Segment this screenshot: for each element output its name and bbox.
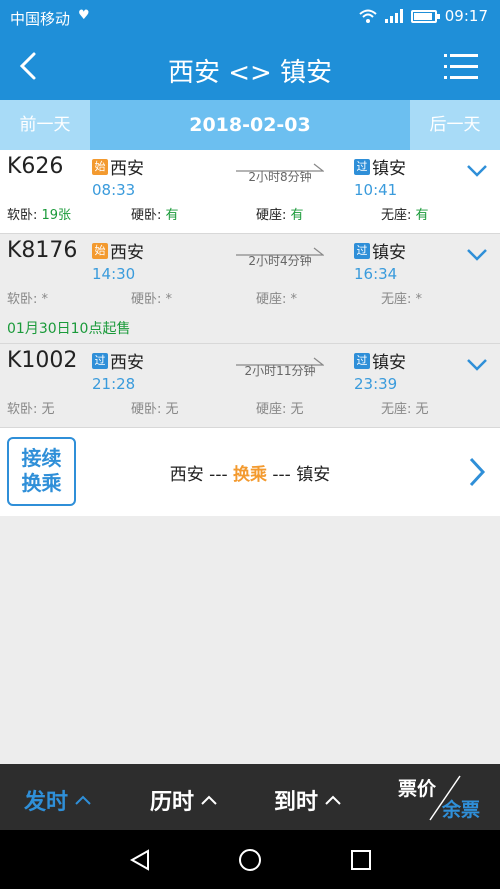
- travel-duration: 2小时11分钟: [244, 364, 316, 378]
- hard-seat: 硬座: *: [256, 292, 298, 307]
- transfer-route: 西安 --- 换乘 --- 镇安: [120, 460, 380, 485]
- chevron-up-icon: [75, 795, 91, 805]
- soft-sleeper: 软卧: *: [7, 292, 49, 307]
- depart-time: 14:30: [92, 265, 136, 283]
- pass-tag: 过: [354, 242, 370, 259]
- sort-by-depart[interactable]: 发时: [24, 784, 92, 816]
- seat-availability: 软卧: 19张 硬卧: 有 硬座: 有 无座: 有: [0, 204, 500, 223]
- sort-arrive-label: 到时: [274, 790, 319, 815]
- route-separator: ---: [203, 465, 233, 485]
- sort-depart-label: 发时: [24, 790, 69, 815]
- transfer-via: 换乘: [233, 465, 267, 485]
- price-label: 票价: [398, 778, 437, 800]
- title-bar: 西安 <> 镇安: [0, 34, 500, 100]
- arrival-station: 过 镇安: [354, 154, 406, 179]
- from-station: 西安: [110, 243, 144, 263]
- carrier-name: 中国移动: [10, 10, 71, 28]
- prev-day-button[interactable]: 前一天: [0, 100, 90, 150]
- arrival-station: 过 镇安: [354, 348, 406, 373]
- sort-by-arrive[interactable]: 到时: [274, 784, 342, 816]
- hard-sleeper: 硬卧: 无: [131, 402, 179, 417]
- arrive-time: 23:39: [354, 375, 398, 393]
- date-bar: 前一天 2018-02-03 后一天: [0, 100, 500, 150]
- travel-duration: 2小时8分钟: [248, 170, 312, 184]
- to-station: 镇安: [372, 353, 406, 373]
- arrive-time: 10:41: [354, 181, 398, 199]
- sort-by-duration[interactable]: 历时: [150, 784, 218, 816]
- pass-tag: 过: [354, 352, 370, 369]
- home-circle-icon[interactable]: [238, 848, 262, 872]
- remaining-label: 余票: [441, 799, 480, 821]
- sort-duration-label: 历时: [150, 790, 195, 815]
- from-station: 西安: [110, 353, 144, 373]
- hard-seat: 硬座: 无: [256, 402, 304, 417]
- price-remaining-toggle[interactable]: 票价 余票: [390, 772, 486, 824]
- transfer-to: 镇安: [296, 465, 331, 485]
- depart-time: 21:28: [92, 375, 136, 393]
- battery-icon: [410, 9, 440, 23]
- hard-sleeper: 硬卧: 有: [131, 208, 179, 223]
- chevron-down-icon[interactable]: [466, 358, 488, 372]
- train-number: K626: [7, 154, 64, 179]
- standing: 无座: 有: [381, 208, 429, 223]
- arrive-time: 16:34: [354, 265, 398, 283]
- to-station: 镇安: [372, 243, 406, 263]
- departure-station: 过 西安: [92, 348, 144, 373]
- train-row[interactable]: K626 始 西安 08:33 2小时8分钟 过 镇安 10:41 软卧: 19…: [0, 150, 500, 234]
- next-day-button[interactable]: 后一天: [410, 100, 500, 150]
- signal-icon: [384, 9, 403, 23]
- train-row[interactable]: K8176 始 西安 14:30 2小时4分钟 过 镇安 16:34 软卧: *…: [0, 234, 500, 344]
- route-separator: ---: [267, 465, 297, 485]
- transfer-row[interactable]: 接续 换乘 西安 --- 换乘 --- 镇安: [0, 428, 500, 516]
- departure-station: 始 西安: [92, 238, 144, 263]
- chevron-down-icon[interactable]: [466, 248, 488, 262]
- soft-sleeper: 软卧: 19张: [7, 208, 72, 223]
- presale-notice: 01月30日10点起售: [7, 321, 131, 337]
- back-triangle-icon[interactable]: [128, 848, 152, 872]
- train-number: K8176: [7, 238, 78, 263]
- hard-sleeper: 硬卧: *: [131, 292, 173, 307]
- standing: 无座: 无: [381, 402, 429, 417]
- seat-availability: 软卧: 无 硬卧: 无 硬座: 无 无座: 无: [0, 398, 500, 417]
- transfer-from: 西安: [169, 465, 204, 485]
- pass-tag: 过: [354, 158, 370, 175]
- train-row[interactable]: K1002 过 西安 21:28 2小时11分钟 过 镇安 23:39 软卧: …: [0, 344, 500, 428]
- badge-line-1: 接续: [21, 446, 62, 470]
- page-title: 西安 <> 镇安: [167, 58, 333, 88]
- status-bar: 中国移动 ♥ 09:17: [0, 0, 500, 34]
- wifi-icon: [359, 9, 377, 23]
- selected-date[interactable]: 2018-02-03: [90, 100, 410, 150]
- origin-tag: 始: [92, 242, 108, 259]
- chevron-down-icon[interactable]: [466, 164, 488, 178]
- departure-station: 始 西安: [92, 154, 144, 179]
- chevron-up-icon: [325, 795, 341, 805]
- system-nav-bar: [0, 830, 500, 889]
- arrival-station: 过 镇安: [354, 238, 406, 263]
- standing: 无座: *: [381, 292, 423, 307]
- clock: 09:17: [444, 7, 488, 25]
- train-number: K1002: [7, 348, 78, 373]
- soft-sleeper: 软卧: 无: [7, 402, 55, 417]
- seat-availability: 软卧: * 硬卧: * 硬座: * 无座: *: [0, 288, 500, 307]
- menu-icon[interactable]: [444, 52, 478, 82]
- pass-tag: 过: [92, 352, 108, 369]
- heart-icon: ♥: [78, 8, 90, 23]
- sort-bar: 发时 历时 到时 票价 余票: [0, 764, 500, 830]
- to-station: 镇安: [372, 159, 406, 179]
- chevron-up-icon: [201, 795, 217, 805]
- travel-duration: 2小时4分钟: [248, 254, 312, 268]
- hard-seat: 硬座: 有: [256, 208, 304, 223]
- depart-time: 08:33: [92, 181, 136, 199]
- transfer-badge: 接续 换乘: [7, 437, 76, 506]
- chevron-right-icon[interactable]: [468, 456, 486, 488]
- recent-apps-icon[interactable]: [349, 848, 373, 872]
- badge-line-2: 换乘: [21, 471, 62, 495]
- from-station: 西安: [110, 159, 144, 179]
- origin-tag: 始: [92, 158, 108, 175]
- status-icons: 09:17: [359, 7, 488, 25]
